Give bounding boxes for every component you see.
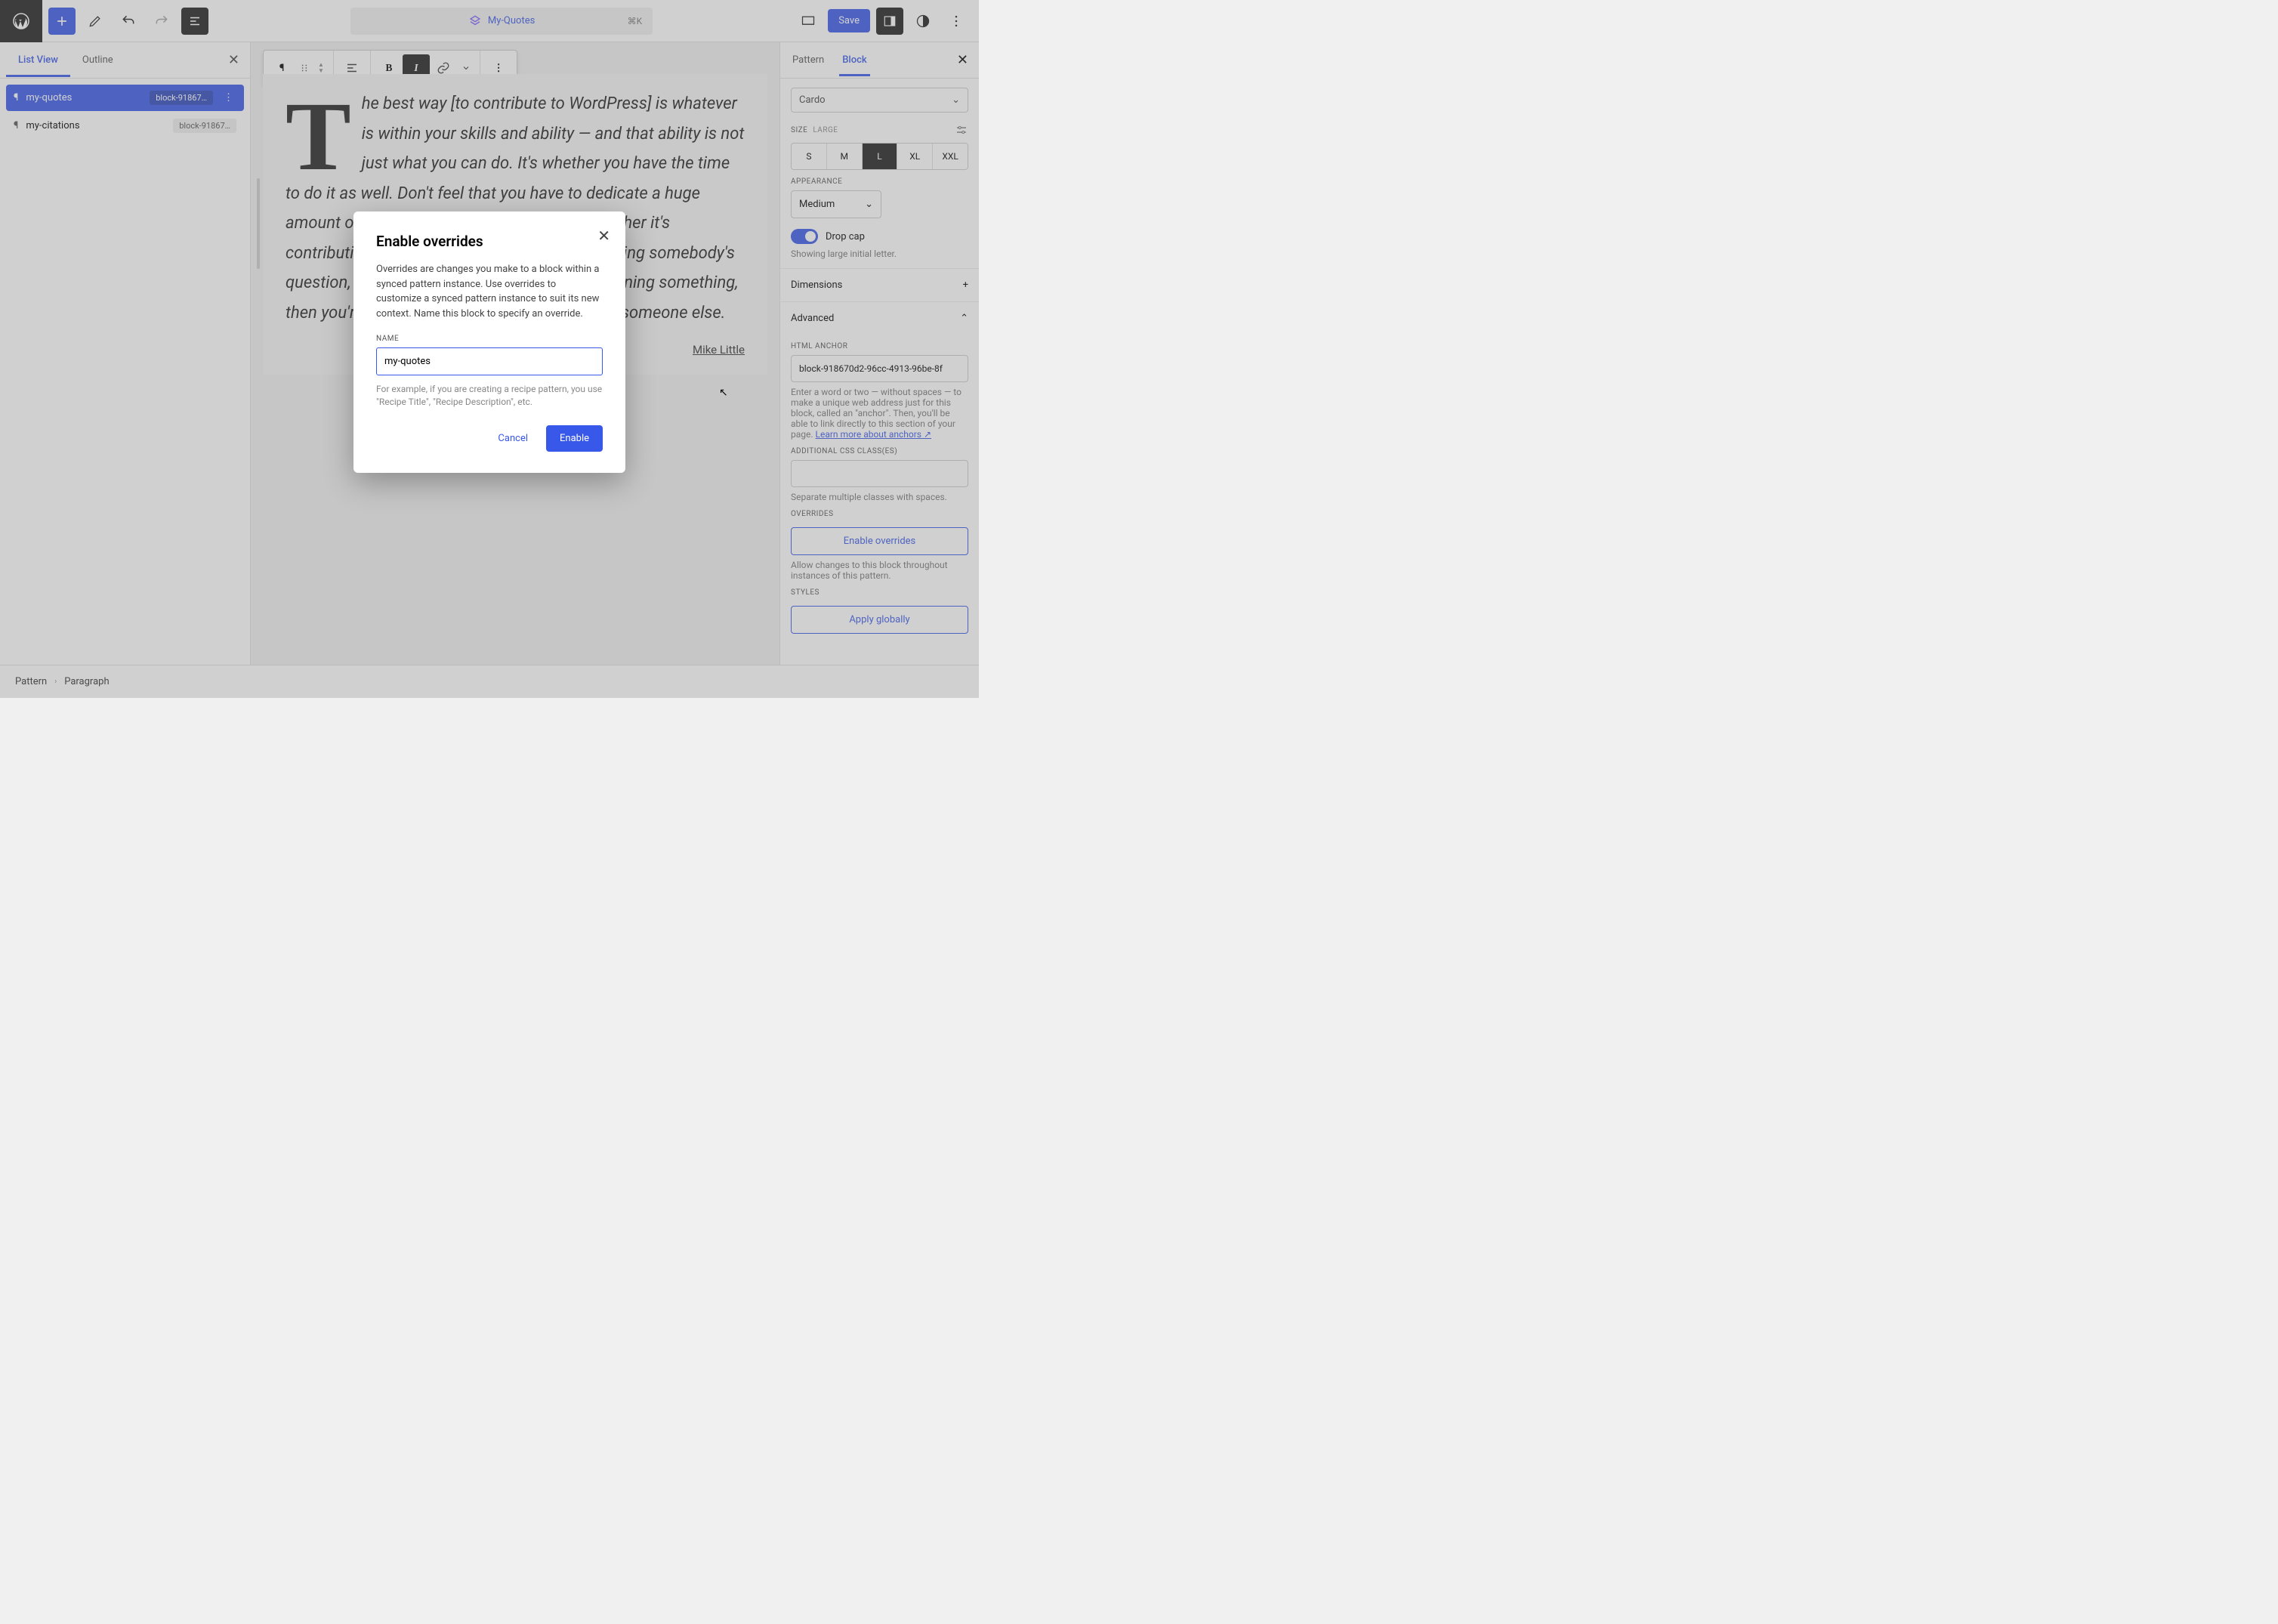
override-name-input[interactable] [376,347,603,375]
enable-overrides-modal: ✕ Enable overrides Overrides are changes… [353,211,625,473]
modal-title: Enable overrides [376,233,603,250]
modal-description: Overrides are changes you make to a bloc… [376,262,603,321]
modal-name-label: NAME [376,335,603,343]
cancel-button[interactable]: Cancel [487,425,539,452]
modal-overlay: ✕ Enable overrides Overrides are changes… [0,0,979,698]
modal-hint: For example, if you are creating a recip… [376,383,603,409]
modal-close-button[interactable]: ✕ [597,227,610,245]
enable-button[interactable]: Enable [546,425,603,452]
